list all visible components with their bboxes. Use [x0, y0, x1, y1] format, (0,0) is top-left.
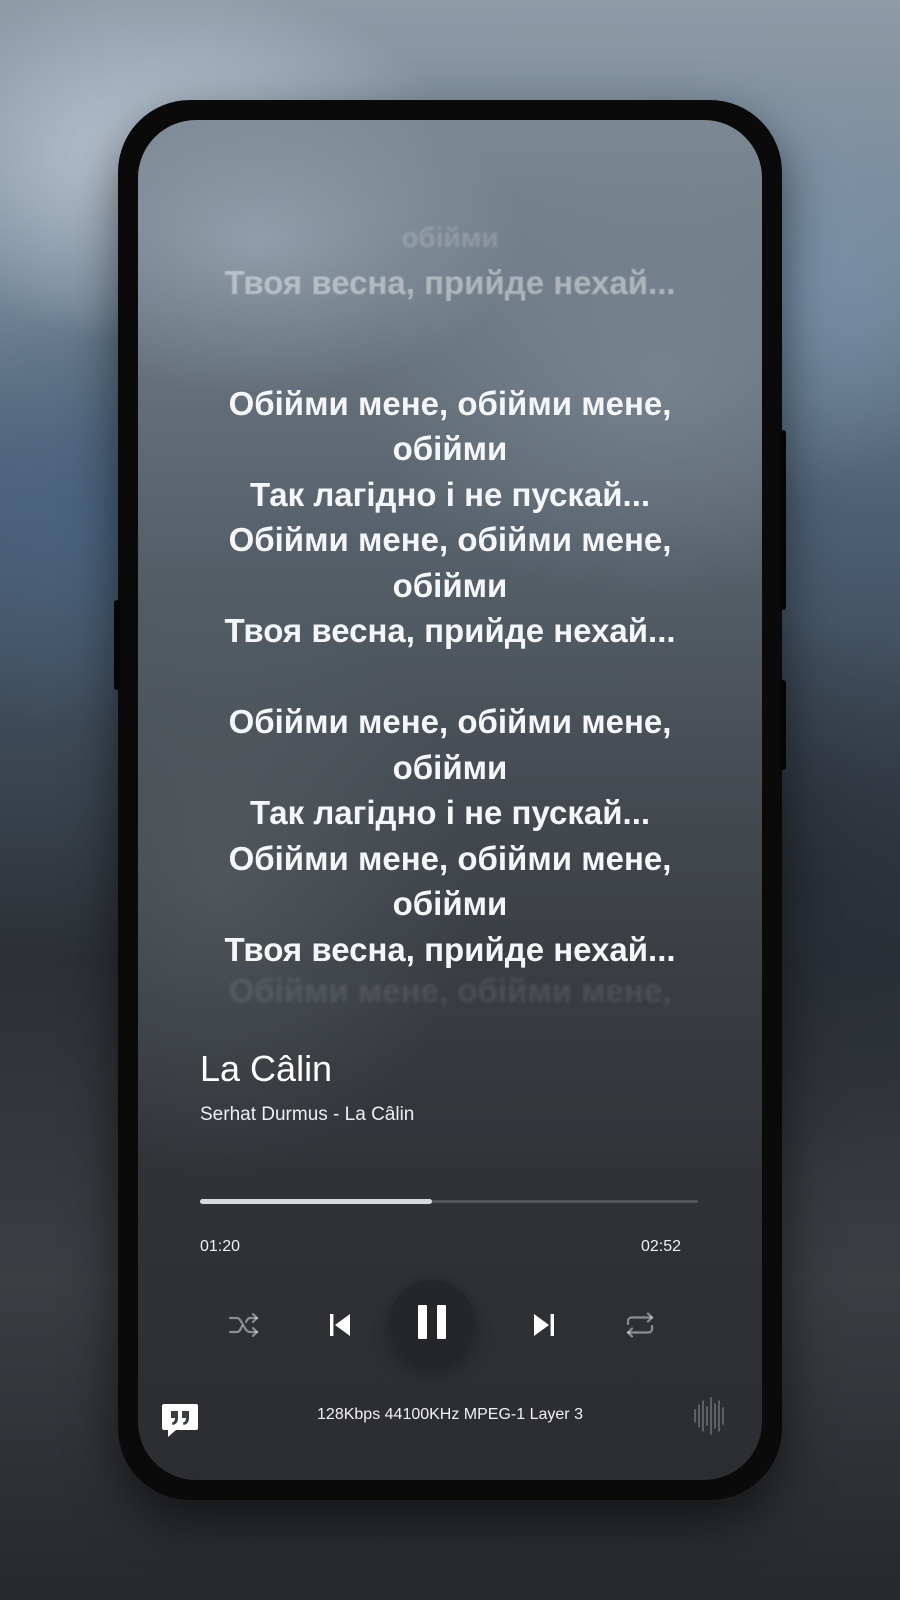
waveform-icon — [694, 1397, 724, 1435]
seek-bar-progress — [200, 1199, 432, 1204]
lyric-line — [138, 335, 762, 381]
shuffle-button[interactable] — [214, 1295, 274, 1355]
skip-next-icon — [534, 1314, 554, 1336]
next-button[interactable] — [514, 1295, 574, 1355]
lyric-line: Так лагідно і не пускай... — [249, 475, 651, 513]
lyrics-panel[interactable]: Обійми мене, обійми мене, обійми Так лаг… — [138, 335, 762, 972]
phone-frame: обійми Твоя весна, прийде нехай... Обійм… — [114, 100, 786, 1500]
track-title: La Câlin — [200, 1048, 333, 1089]
repeat-button[interactable] — [610, 1295, 670, 1355]
lyric-line: Обійми мене, обійми мене, — [228, 839, 672, 877]
lyric-line — [138, 654, 762, 700]
lyric-line: обійми — [392, 430, 508, 467]
lyric-line: Обійми мене, обійми мене, — [228, 521, 672, 558]
lyric-line: Твоя весна, прийде нехай... — [224, 612, 676, 649]
seek-bar[interactable] — [200, 1199, 698, 1204]
lyric-line: обійми — [392, 566, 508, 604]
audio-format-info: 128Kbps 44100KHz MPEG-1 Layer 3 — [317, 1406, 583, 1423]
phone-side-button — [114, 600, 120, 690]
total-duration: 02:52 — [641, 1238, 682, 1255]
pause-icon — [418, 1305, 446, 1339]
lyric-line: Обійми мене, обійми мене, — [228, 384, 672, 422]
elapsed-time: 01:20 — [200, 1238, 241, 1255]
lyric-line: Твоя весна, прийде нехай... — [224, 930, 676, 968]
pause-button[interactable] — [390, 1280, 474, 1364]
track-artist-album: Serhat Durmus - La Câlin — [200, 1104, 415, 1125]
lyric-line: обійми — [392, 748, 508, 786]
lyric-line: обійми — [392, 885, 508, 922]
phone-side-button — [780, 680, 786, 770]
lyric-line-faded: обійми — [401, 222, 499, 253]
skip-previous-icon — [330, 1314, 350, 1336]
lyric-line-faded: Обійми мене, обійми мене, — [228, 972, 672, 1009]
player-screen: обійми Твоя весна, прийде нехай... Обійм… — [138, 120, 762, 1480]
lyric-line: Так лагідно і не пускай... — [249, 794, 651, 831]
previous-button[interactable] — [310, 1295, 370, 1355]
lyric-line: Обійми мене, обійми мене, — [228, 703, 672, 740]
lyric-line-faded: Твоя весна, прийде нехай... — [224, 264, 676, 301]
phone-side-button — [780, 430, 786, 610]
repeat-icon — [626, 1312, 654, 1338]
visualizer-button[interactable] — [692, 1396, 728, 1436]
shuffle-icon — [228, 1312, 259, 1338]
